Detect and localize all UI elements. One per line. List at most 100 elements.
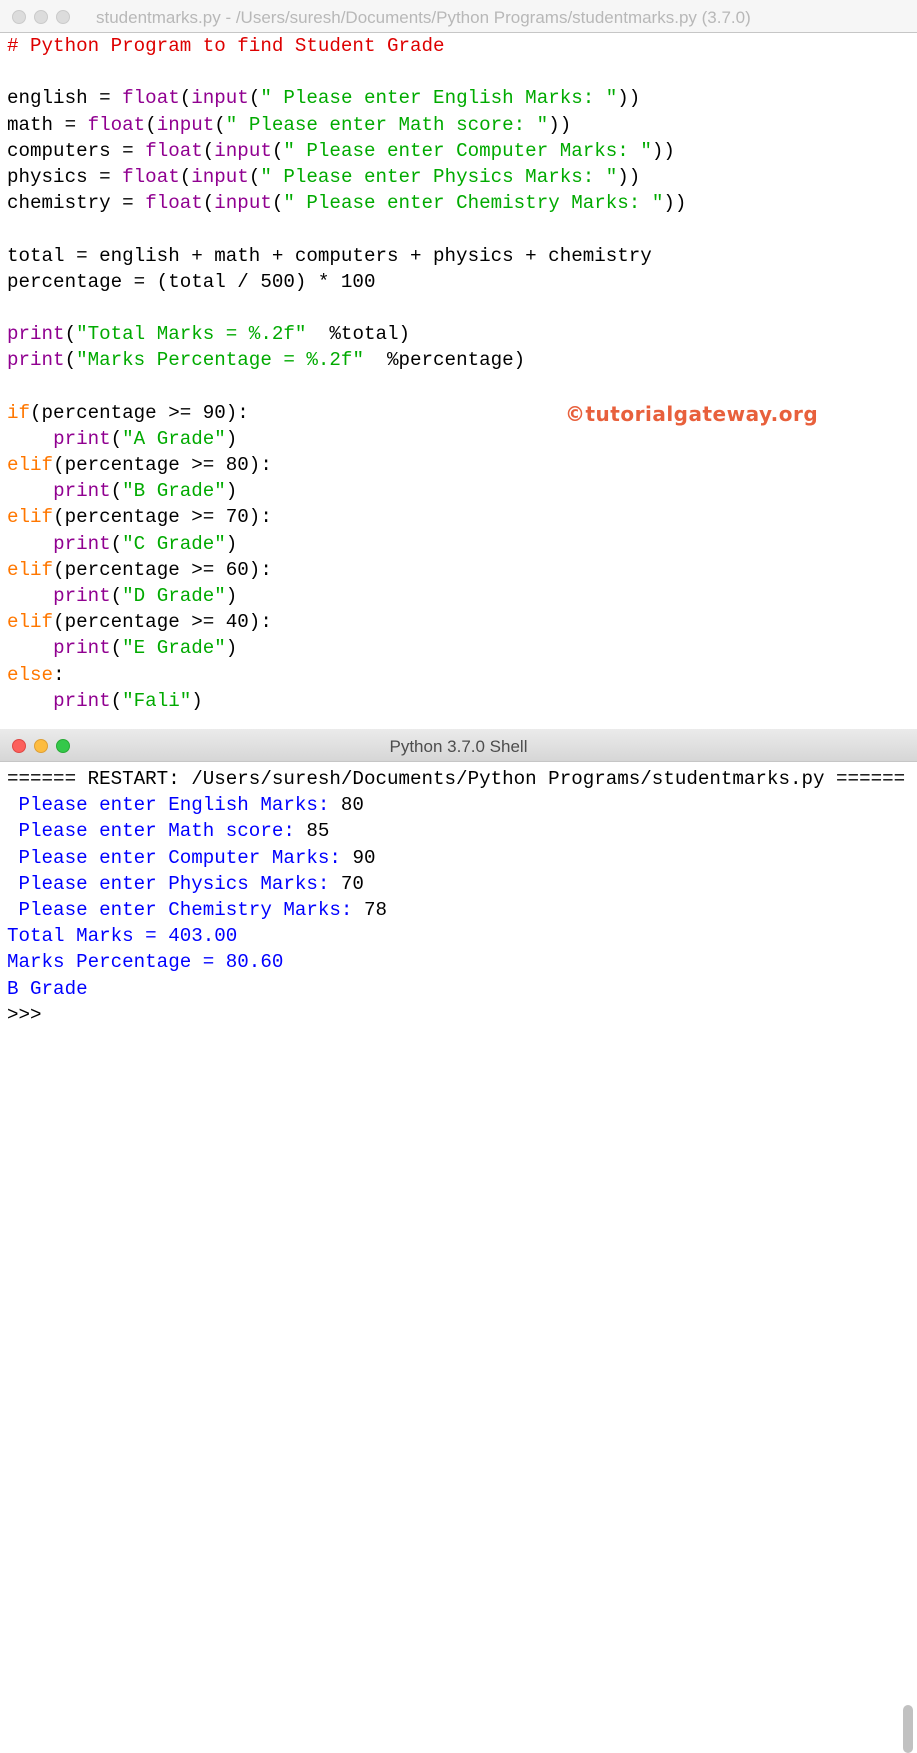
- minimize-icon[interactable]: [34, 10, 48, 24]
- code-token: )): [617, 165, 641, 188]
- zoom-icon[interactable]: [56, 10, 70, 24]
- code-line: print("Total Marks = %.2f" %total): [7, 321, 686, 347]
- code-token: (: [248, 87, 261, 110]
- code-line: english = float(input(" Please enter Eng…: [7, 85, 686, 111]
- code-token: elif: [7, 558, 54, 581]
- code-token: print: [53, 584, 111, 607]
- code-editor-text[interactable]: # Python Program to find Student Grade en…: [7, 33, 686, 714]
- shell-scrollbar[interactable]: [903, 1705, 913, 1753]
- shell-line: Please enter Chemistry Marks: 78: [7, 897, 905, 923]
- code-line: # Python Program to find Student Grade: [7, 33, 686, 59]
- code-token: 85: [306, 820, 330, 843]
- code-token: float: [122, 165, 180, 188]
- code-token: math =: [7, 113, 88, 136]
- code-token: (percentage >= 40):: [53, 611, 272, 634]
- code-token: ): [225, 427, 238, 450]
- code-token: Please enter English Marks:: [7, 794, 341, 817]
- code-token: chemistry =: [7, 192, 146, 215]
- code-token: ): [191, 689, 203, 712]
- code-line: computers = float(input(" Please enter C…: [7, 138, 686, 164]
- editor-window-controls: [12, 10, 70, 24]
- code-token: )): [663, 192, 687, 215]
- code-token: ): [225, 584, 238, 607]
- code-token: input: [191, 165, 249, 188]
- code-line: print("Fali"): [7, 688, 686, 714]
- shell-titlebar[interactable]: Python 3.7.0 Shell: [0, 729, 917, 762]
- code-token: " Please enter Math score: ": [225, 113, 549, 136]
- code-token: else: [7, 663, 54, 686]
- code-token: "D Grade": [122, 584, 226, 607]
- code-token: (: [202, 192, 215, 215]
- editor-title: studentmarks.py - /Users/suresh/Document…: [96, 8, 751, 27]
- code-token: (: [110, 427, 123, 450]
- code-token: "Marks Percentage = %.2f": [76, 349, 364, 372]
- code-token: "A Grade": [122, 427, 226, 450]
- code-line: print("A Grade"): [7, 426, 686, 452]
- shell-window: Python 3.7.0 Shell ====== RESTART: /User…: [0, 729, 917, 1753]
- code-token: )): [548, 113, 572, 136]
- shell-title: Python 3.7.0 Shell: [389, 737, 528, 756]
- code-token: input: [214, 139, 272, 162]
- code-line: total = english + math + computers + phy…: [7, 243, 686, 269]
- code-token: 90: [352, 846, 376, 869]
- code-token: print: [53, 427, 111, 450]
- code-token: (: [214, 113, 226, 136]
- code-line: print("E Grade"): [7, 635, 686, 661]
- code-token: 80: [340, 794, 364, 817]
- shell-output[interactable]: ====== RESTART: /Users/suresh/Documents/…: [7, 766, 905, 1028]
- code-token: (: [110, 532, 123, 555]
- code-token: ): [225, 637, 238, 660]
- watermark: ©tutorialgateway.org: [565, 402, 819, 426]
- code-token: %percentage): [363, 349, 526, 372]
- code-token: (percentage >= 90):: [30, 401, 249, 424]
- code-token: float: [145, 139, 203, 162]
- code-token: "Fali": [122, 689, 192, 712]
- close-icon[interactable]: [12, 10, 26, 24]
- shell-line: ====== RESTART: /Users/suresh/Documents/…: [7, 766, 905, 792]
- code-token: print: [7, 323, 65, 346]
- editor-titlebar[interactable]: studentmarks.py - /Users/suresh/Document…: [0, 0, 917, 33]
- code-token: (: [179, 165, 192, 188]
- code-token: (: [179, 87, 192, 110]
- shell-line: Please enter Computer Marks: 90: [7, 845, 905, 871]
- code-line: physics = float(input(" Please enter Phy…: [7, 164, 686, 190]
- code-line: elif(percentage >= 80):: [7, 452, 686, 478]
- code-token: float: [145, 192, 203, 215]
- code-token: >>>: [7, 1003, 54, 1026]
- shell-line: Please enter English Marks: 80: [7, 792, 905, 818]
- code-token: (: [145, 113, 157, 136]
- code-token: (: [110, 689, 123, 712]
- code-token: input: [156, 113, 215, 136]
- code-line: percentage = (total / 500) * 100: [7, 269, 686, 295]
- shell-line: B Grade: [7, 976, 905, 1002]
- code-line: elif(percentage >= 60):: [7, 557, 686, 583]
- shell-line: Marks Percentage = 80.60: [7, 949, 905, 975]
- code-token: float: [87, 113, 146, 136]
- code-line: elif(percentage >= 40):: [7, 609, 686, 635]
- code-token: (percentage >= 60):: [53, 558, 272, 581]
- code-token: print: [53, 480, 111, 503]
- code-token: "Total Marks = %.2f": [76, 323, 307, 346]
- code-line: chemistry = float(input(" Please enter C…: [7, 190, 686, 216]
- code-token: (: [110, 584, 123, 607]
- code-token: (: [110, 480, 123, 503]
- code-token: "B Grade": [122, 480, 226, 503]
- code-token: " Please enter English Marks: ": [260, 87, 618, 110]
- code-token: " Please enter Chemistry Marks: ": [283, 192, 664, 215]
- code-token: B Grade: [7, 977, 88, 1000]
- code-token: elif: [7, 454, 54, 476]
- editor-window: studentmarks.py - /Users/suresh/Document…: [0, 0, 917, 729]
- code-token: Please enter Computer Marks:: [7, 846, 353, 869]
- code-token: ): [225, 532, 238, 555]
- code-line: print("D Grade"): [7, 583, 686, 609]
- code-token: "E Grade": [122, 637, 226, 660]
- code-token: (percentage >= 80):: [53, 454, 272, 476]
